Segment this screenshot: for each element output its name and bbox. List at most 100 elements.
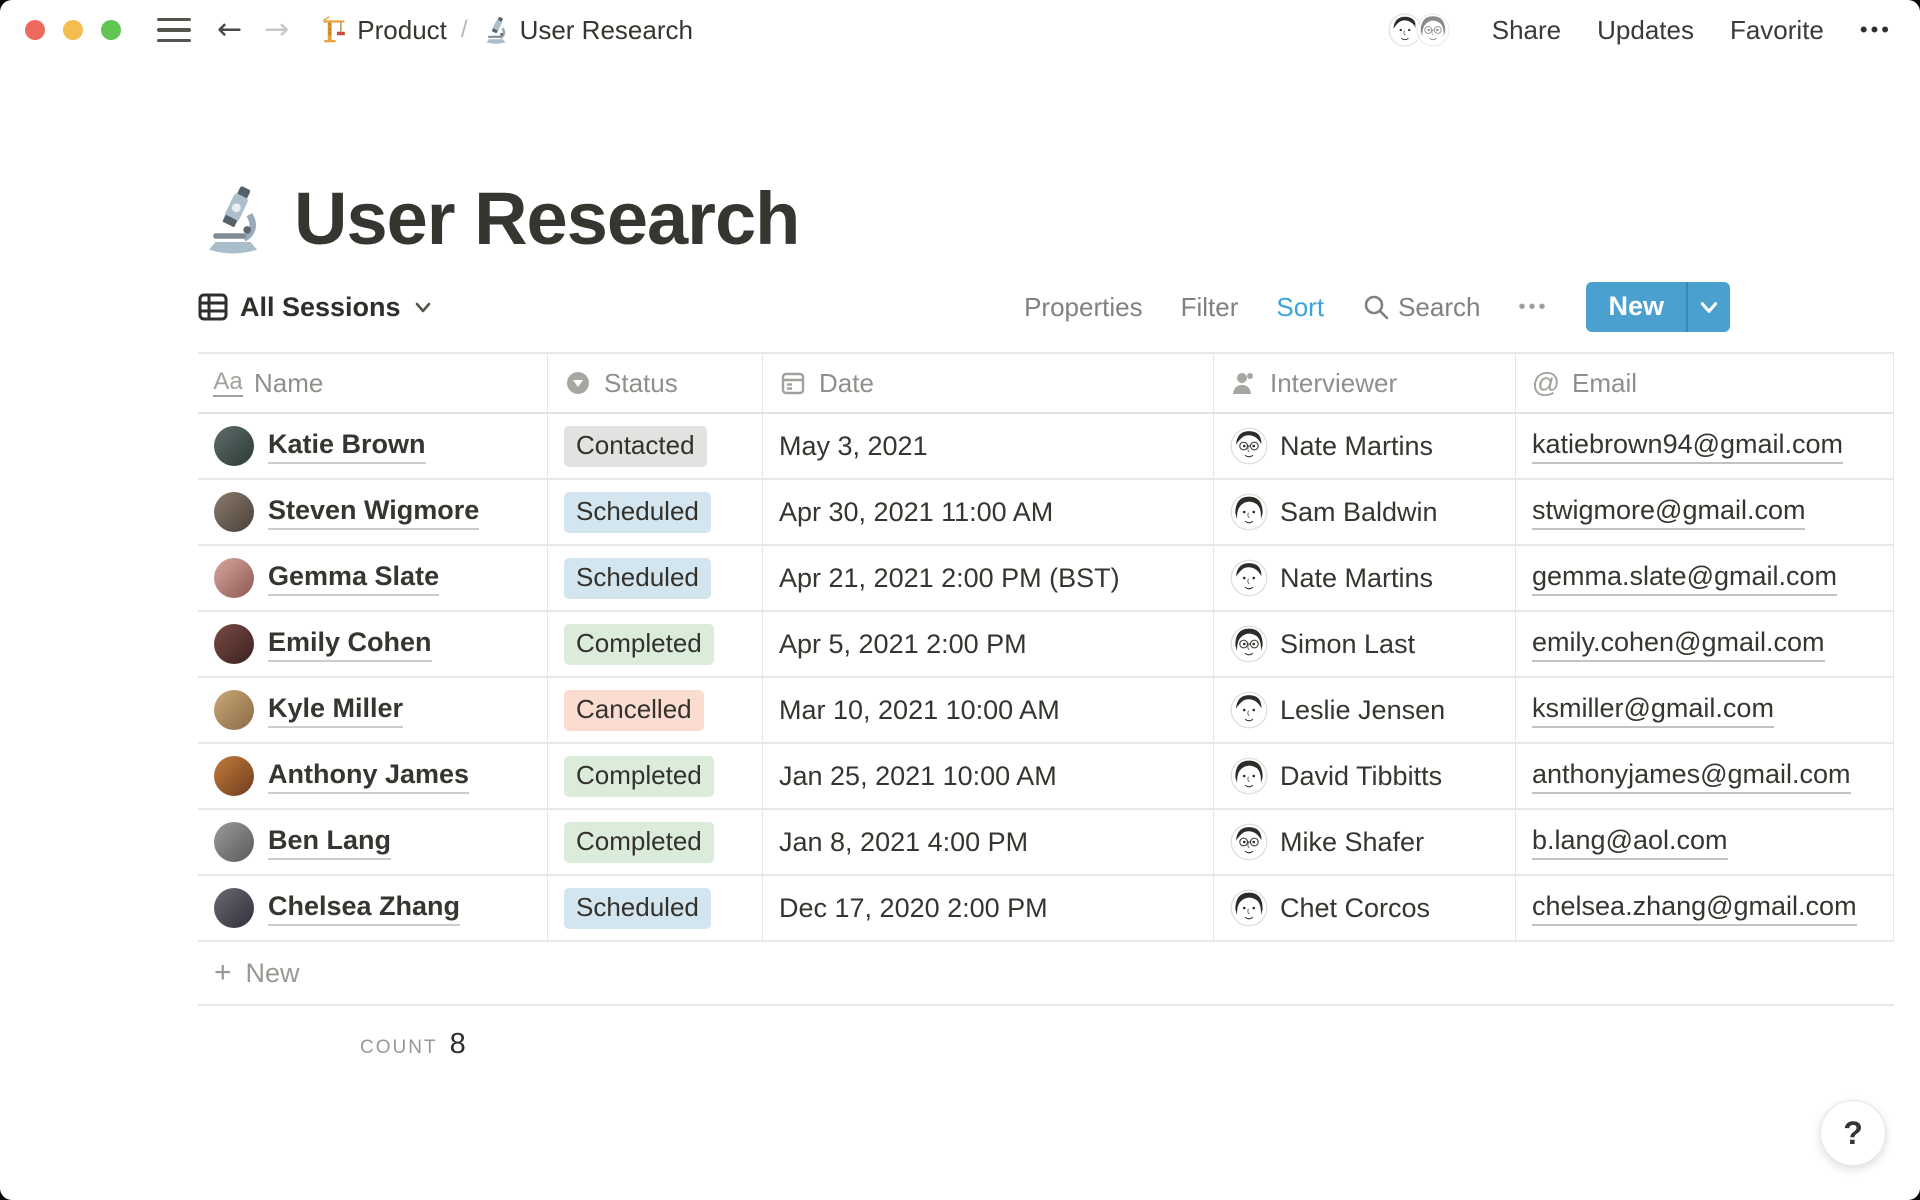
cell-name[interactable]: Chelsea Zhang (198, 876, 548, 940)
record-name-link[interactable]: Emily Cohen (268, 627, 432, 662)
email-link[interactable]: anthonyjames@gmail.com (1532, 759, 1851, 794)
view-switcher[interactable]: All Sessions (198, 292, 433, 323)
cell-name[interactable]: Gemma Slate (198, 546, 548, 610)
table-row[interactable]: Steven Wigmore Scheduled Apr 30, 2021 11… (198, 480, 1894, 546)
table-row[interactable]: Kyle Miller Cancelled Mar 10, 2021 10:00… (198, 678, 1894, 744)
email-link[interactable]: emily.cohen@gmail.com (1532, 627, 1825, 662)
cell-name[interactable]: Kyle Miller (198, 678, 548, 742)
page-icon-microscope[interactable] (198, 184, 268, 254)
cell-name[interactable]: Anthony James (198, 744, 548, 808)
cell-date[interactable]: Jan 25, 2021 10:00 AM (763, 744, 1214, 808)
table-row[interactable]: Anthony James Completed Jan 25, 2021 10:… (198, 744, 1894, 810)
cell-status[interactable]: Contacted (548, 414, 763, 478)
minimize-window-button[interactable] (63, 20, 83, 40)
cell-interviewer[interactable]: Mike Shafer (1214, 810, 1516, 874)
column-header-email[interactable]: @ Email (1516, 354, 1894, 412)
breadcrumb-item-product[interactable]: Product (311, 11, 455, 50)
record-name-link[interactable]: Anthony James (268, 759, 470, 794)
record-name-link[interactable]: Gemma Slate (268, 561, 440, 596)
table-row[interactable]: Gemma Slate Scheduled Apr 21, 2021 2:00 … (198, 546, 1894, 612)
cell-interviewer[interactable]: Simon Last (1214, 612, 1516, 676)
status-badge: Scheduled (564, 887, 711, 929)
favorite-button[interactable]: Favorite (1730, 15, 1824, 46)
share-button[interactable]: Share (1492, 15, 1561, 46)
record-name-link[interactable]: Steven Wigmore (268, 495, 480, 530)
record-name-link[interactable]: Ben Lang (268, 825, 392, 860)
cell-name[interactable]: Emily Cohen (198, 612, 548, 676)
column-header-status[interactable]: Status (548, 354, 763, 412)
cell-name[interactable]: Katie Brown (198, 414, 548, 478)
column-header-date[interactable]: Date (763, 354, 1214, 412)
sort-button[interactable]: Sort (1276, 292, 1324, 323)
zoom-window-button[interactable] (101, 20, 121, 40)
cell-email[interactable]: stwigmore@gmail.com (1516, 480, 1894, 544)
cell-date[interactable]: May 3, 2021 (763, 414, 1214, 478)
date-value: Jan 25, 2021 10:00 AM (779, 760, 1057, 791)
table-row[interactable]: Katie Brown Contacted May 3, 2021 Nate M… (198, 414, 1894, 480)
cell-interviewer[interactable]: Leslie Jensen (1214, 678, 1516, 742)
cell-interviewer[interactable]: Chet Corcos (1214, 876, 1516, 940)
app-window: ← → Product / User Research Share Update… (0, 0, 1920, 1200)
cell-status[interactable]: Cancelled (548, 678, 763, 742)
column-header-name[interactable]: Aa Name (198, 354, 548, 412)
search-button[interactable]: Search (1362, 292, 1480, 323)
filter-button[interactable]: Filter (1181, 292, 1239, 323)
record-name-link[interactable]: Katie Brown (268, 429, 426, 464)
cell-name[interactable]: Steven Wigmore (198, 480, 548, 544)
cell-email[interactable]: ksmiller@gmail.com (1516, 678, 1894, 742)
add-row-button[interactable]: + New (198, 942, 1894, 1006)
properties-button[interactable]: Properties (1024, 292, 1143, 323)
cell-interviewer[interactable]: David Tibbitts (1214, 744, 1516, 808)
cell-status[interactable]: Scheduled (548, 546, 763, 610)
view-more-options-icon[interactable]: ••• (1518, 296, 1548, 319)
breadcrumb-item-user-research[interactable]: User Research (474, 11, 701, 50)
column-header-interviewer[interactable]: Interviewer (1214, 354, 1516, 412)
record-name-link[interactable]: Kyle Miller (268, 693, 404, 728)
cell-status[interactable]: Completed (548, 810, 763, 874)
cell-email[interactable]: chelsea.zhang@gmail.com (1516, 876, 1894, 940)
cell-status[interactable]: Scheduled (548, 480, 763, 544)
email-link[interactable]: ksmiller@gmail.com (1532, 693, 1774, 728)
help-button[interactable]: ? (1820, 1100, 1886, 1166)
email-link[interactable]: b.lang@aol.com (1532, 825, 1728, 860)
chevron-down-icon (415, 302, 430, 313)
table-row[interactable]: Chelsea Zhang Scheduled Dec 17, 2020 2:0… (198, 876, 1894, 942)
breadcrumb: Product / User Research (311, 11, 701, 50)
forward-arrow-icon[interactable]: → (264, 15, 289, 45)
count-footer[interactable]: COUNT 8 (198, 1006, 1894, 1061)
cell-name[interactable]: Ben Lang (198, 810, 548, 874)
cell-email[interactable]: anthonyjames@gmail.com (1516, 744, 1894, 808)
email-link[interactable]: stwigmore@gmail.com (1532, 495, 1806, 530)
cell-interviewer[interactable]: Nate Martins (1214, 546, 1516, 610)
cell-interviewer[interactable]: Sam Baldwin (1214, 480, 1516, 544)
collaborator-avatars[interactable] (1385, 11, 1452, 49)
cell-email[interactable]: emily.cohen@gmail.com (1516, 612, 1894, 676)
cell-date[interactable]: Dec 17, 2020 2:00 PM (763, 876, 1214, 940)
record-name-link[interactable]: Chelsea Zhang (268, 891, 461, 926)
cell-date[interactable]: Apr 5, 2021 2:00 PM (763, 612, 1214, 676)
cell-status[interactable]: Completed (548, 612, 763, 676)
cell-status[interactable]: Scheduled (548, 876, 763, 940)
table-row[interactable]: Ben Lang Completed Jan 8, 2021 4:00 PM M… (198, 810, 1894, 876)
more-options-icon[interactable]: ••• (1860, 17, 1892, 43)
back-arrow-icon[interactable]: ← (217, 15, 242, 45)
cell-email[interactable]: b.lang@aol.com (1516, 810, 1894, 874)
cell-date[interactable]: Apr 30, 2021 11:00 AM (763, 480, 1214, 544)
updates-button[interactable]: Updates (1597, 15, 1694, 46)
page-title[interactable]: User Research (294, 182, 800, 256)
cell-date[interactable]: Apr 21, 2021 2:00 PM (BST) (763, 546, 1214, 610)
cell-date[interactable]: Jan 8, 2021 4:00 PM (763, 810, 1214, 874)
close-window-button[interactable] (25, 20, 45, 40)
email-link[interactable]: katiebrown94@gmail.com (1532, 429, 1844, 464)
cell-date[interactable]: Mar 10, 2021 10:00 AM (763, 678, 1214, 742)
email-link[interactable]: chelsea.zhang@gmail.com (1532, 891, 1857, 926)
cell-email[interactable]: gemma.slate@gmail.com (1516, 546, 1894, 610)
email-link[interactable]: gemma.slate@gmail.com (1532, 561, 1838, 596)
table-row[interactable]: Emily Cohen Completed Apr 5, 2021 2:00 P… (198, 612, 1894, 678)
new-record-button[interactable]: New (1586, 282, 1730, 332)
sidebar-menu-icon[interactable] (157, 17, 191, 43)
cell-status[interactable]: Completed (548, 744, 763, 808)
cell-interviewer[interactable]: Nate Martins (1214, 414, 1516, 478)
cell-email[interactable]: katiebrown94@gmail.com (1516, 414, 1894, 478)
new-button-dropdown[interactable] (1686, 282, 1730, 332)
